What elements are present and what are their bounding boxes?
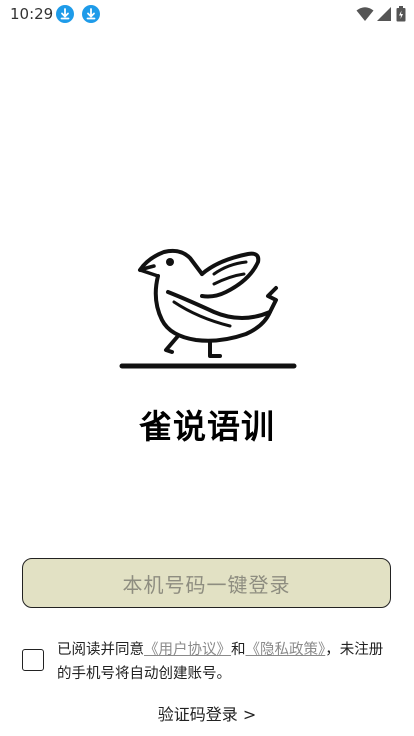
app-name: 雀说语训 [139, 407, 275, 446]
status-bar: 10:29 [0, 0, 414, 28]
wifi-icon [356, 7, 374, 21]
status-time: 10:29 [10, 5, 54, 23]
one-click-login-button[interactable]: 本机号码一键登录 [22, 558, 391, 608]
agreement-text: 已阅读并同意《用户协议》和《隐私政策》，未注册的手机号将自动创建账号。 [57, 638, 387, 686]
signal-icon [377, 7, 391, 21]
user-agreement-link[interactable]: 《用户协议》 [144, 642, 231, 658]
download-icon [56, 5, 74, 23]
privacy-policy-link[interactable]: 《隐私政策》 [246, 642, 326, 658]
agreement-and: 和 [231, 642, 246, 658]
battery-icon [396, 6, 406, 22]
sms-code-login-link[interactable]: 验证码登录 > [0, 701, 414, 725]
sparrow-logo-icon [119, 248, 297, 369]
agree-checkbox[interactable] [22, 649, 44, 671]
agreement-prefix: 已阅读并同意 [57, 642, 144, 658]
download-icon [82, 5, 100, 23]
